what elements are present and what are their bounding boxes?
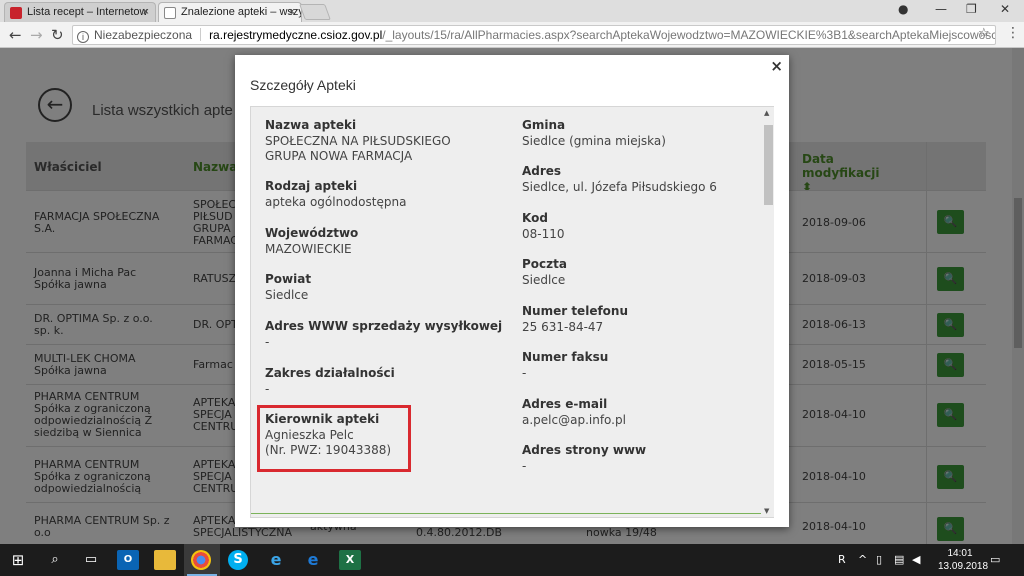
field-postal-code: Kod 08-110 [522,211,762,242]
file-explorer-icon[interactable] [154,550,176,570]
bookmark-star-icon[interactable]: ☆ [978,26,990,41]
field-label: Województwo [265,226,359,240]
modal-body-divider [251,513,761,514]
tab-close-icon[interactable]: × [143,6,149,18]
kebab-menu-icon[interactable]: ⋮ [1006,25,1020,41]
profile-icon[interactable]: ● [898,2,908,16]
field-label: Rodzaj apteki [265,179,358,193]
tab-close-icon[interactable]: × [289,6,295,18]
field-pharmacy-name: Nazwa apteki SPOŁECZNA NA PIŁSUDSKIEGO G… [265,118,505,164]
back-arrow-icon[interactable]: ← [9,26,22,44]
scroll-up-arrow-icon[interactable]: ▲ [764,109,769,117]
field-phone: Numer telefonu 25 631-84-47 [522,304,762,335]
field-commune: Gmina Siedlce (gmina miejska) [522,118,762,149]
system-clock[interactable]: 14:01 13.09.2018 [938,547,989,573]
address-bar[interactable]: i Niezabezpieczona ra.rejestrymedyczne.csi… [72,25,996,45]
info-icon[interactable]: i [77,31,89,43]
field-label: Numer faksu [522,350,609,364]
field-value: Siedlce [522,273,566,287]
modal-title: Szczegóły Apteki [250,77,356,93]
windows-taskbar: ⊞ ⌕ ▭ O S e e X R ^ ▯ ▤ ◀ 14:01 13.09.20… [0,544,1024,576]
field-value: - [265,382,270,396]
browser-toolbar: ← → ↻ i Niezabezpieczona ra.rejestrymedycz… [0,22,1024,48]
chrome-icon[interactable] [191,550,211,570]
skype-icon[interactable]: S [228,550,248,570]
new-tab-button[interactable] [299,4,331,20]
field-value: 25 631-84-47 [522,320,604,334]
field-value: Siedlce (gmina miejska) [522,134,666,148]
field-county: Powiat Siedlce [265,272,505,303]
tab-lista-recept[interactable]: Lista recept – Internetow × [4,2,156,22]
field-value: Siedlce, ul. Józefa Piłsudskiego 6 [522,180,717,194]
favicon-red-icon [10,7,22,19]
field-value: SPOŁECZNA NA PIŁSUDSKIEGO GRUPA NOWA FAR… [265,134,451,163]
field-label: Adres WWW sprzedaży wysyłkowej [265,319,503,333]
reload-icon[interactable]: ↻ [51,26,64,44]
field-label: Gmina [522,118,566,132]
field-value: Siedlce [265,288,309,302]
search-icon[interactable]: ⌕ [44,550,66,570]
field-label: Zakres działalności [265,366,395,380]
field-email: Adres e-mail a.pelc@ap.info.pl [522,397,762,428]
scroll-down-arrow-icon[interactable]: ▼ [764,507,769,515]
field-mail-order-www: Adres WWW sprzedaży wysyłkowej - [265,319,513,350]
modal-body: Nazwa apteki SPOŁECZNA NA PIŁSUDSKIEGO G… [250,106,774,518]
url-host: ra.rejestrymedyczne.csioz.gov.pl [209,28,383,42]
outlook-icon[interactable]: O [117,550,139,570]
people-icon[interactable]: R [838,553,846,566]
windows-start-icon[interactable]: ⊞ [7,550,29,570]
field-post-office: Poczta Siedlce [522,257,762,288]
volume-icon[interactable]: ◀ [912,553,920,566]
forward-arrow-icon[interactable]: → [30,26,43,44]
field-website: Adres strony www - [522,443,762,474]
minimize-icon[interactable]: — [935,2,947,16]
modal-close-icon[interactable]: × [770,57,783,75]
clock-time: 14:01 [947,548,973,559]
edge-icon[interactable]: e [302,550,324,570]
field-fax: Numer faksu - [522,350,762,381]
field-value: apteka ogólnodostępna [265,195,407,209]
field-value: 08-110 [522,227,565,241]
field-voivodeship: Województwo MAZOWIECKIE [265,226,505,257]
field-address: Adres Siedlce, ul. Józefa Piłsudskiego 6 [522,164,762,195]
pharmacy-details-modal: Szczegóły Apteki × Nazwa apteki SPOŁECZN… [235,55,789,527]
field-value: - [265,335,270,349]
notifications-icon[interactable]: ▭ [990,553,1000,566]
field-scope: Zakres działalności - [265,366,505,397]
field-label: Nazwa apteki [265,118,357,132]
security-label[interactable]: Niezabezpieczona [94,28,192,42]
page-content: ← Lista wszystkich apte Właściciel Nazwa… [0,48,1024,544]
task-view-icon[interactable]: ▭ [80,550,102,570]
field-label: Kod [522,211,548,225]
divider [200,28,202,41]
chevron-up-icon[interactable]: ^ [858,553,867,566]
browser-tabbar: Lista recept – Internetow × Znalezione a… [0,0,1024,22]
tab-title: Znalezione apteki – wszy [181,6,302,18]
clock-date: 13.09.2018 [938,561,989,572]
field-label: Adres strony www [522,443,647,457]
network-icon[interactable]: ▤ [894,553,904,566]
field-value: - [522,459,527,473]
tab-znalezione-apteki[interactable]: Znalezione apteki – wszy × [158,2,302,22]
url-path: /_layouts/15/ra/AllPharmacies.aspx?searc… [382,28,995,42]
field-label: Numer telefonu [522,304,629,318]
tab-title: Lista recept – Internetow [27,6,148,18]
field-value: - [522,366,527,380]
restore-icon[interactable]: ❐ [966,2,977,16]
field-value: MAZOWIECKIE [265,242,352,256]
page-icon [164,7,176,19]
manager-highlight-box [257,405,411,472]
field-value[interactable]: a.pelc@ap.info.pl [522,413,762,428]
field-label: Poczta [522,257,567,271]
modal-scrollbar-thumb[interactable] [764,125,773,205]
excel-icon[interactable]: X [339,550,361,570]
field-label: Adres [522,164,562,178]
field-pharmacy-type: Rodzaj apteki apteka ogólnodostępna [265,179,505,210]
window-close-icon[interactable]: ✕ [1000,2,1010,16]
field-label: Adres e-mail [522,397,608,411]
field-label: Powiat [265,272,312,286]
internet-explorer-icon[interactable]: e [265,550,287,570]
usb-icon[interactable]: ▯ [876,553,882,566]
